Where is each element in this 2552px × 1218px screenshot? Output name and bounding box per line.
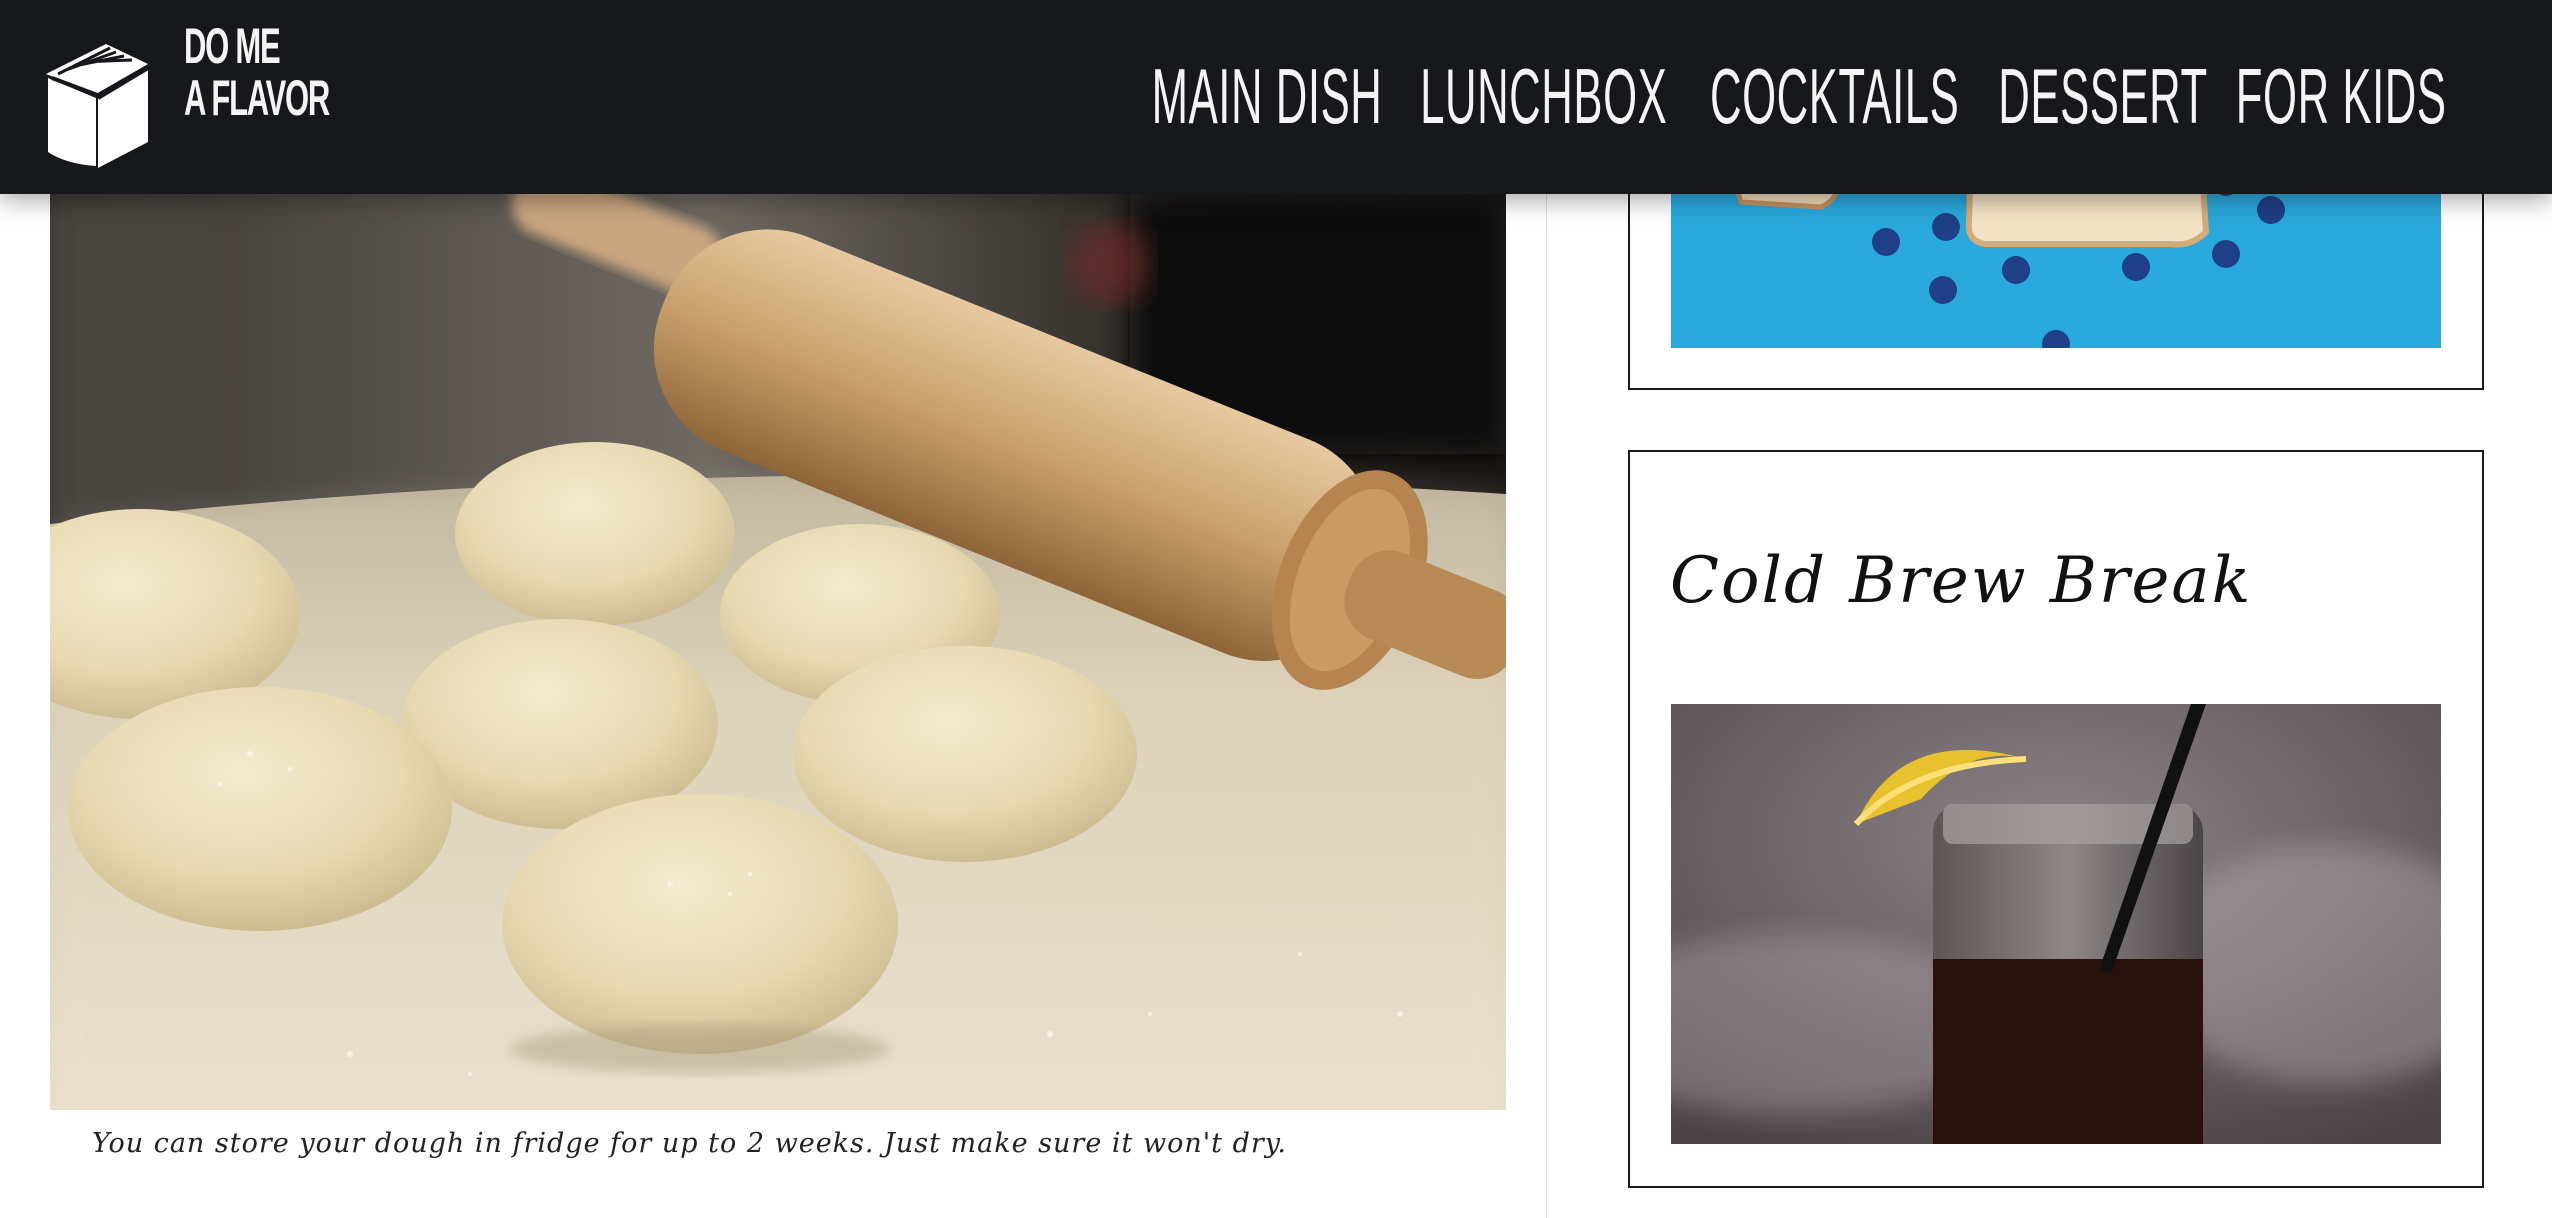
card-title[interactable]: Cold Brew Break: [1670, 544, 2252, 618]
nav-main-dish[interactable]: MAIN DISH: [1152, 46, 1383, 146]
site-header: DO ME A FLAVOR MAIN DISH LUNCHBOX COCKTA…: [0, 0, 2552, 194]
logo-text: DO ME A FLAVOR: [184, 18, 330, 126]
photo-caption: You can store your dough in fridge for u…: [92, 1128, 1288, 1159]
recipe-card-cold-brew[interactable]: Cold Brew Break: [1628, 450, 2484, 1188]
logo-line-2: A FLAVOR: [184, 70, 330, 126]
nav-lunchbox[interactable]: LUNCHBOX: [1420, 46, 1667, 146]
logo-line-1: DO ME: [184, 18, 281, 74]
site-logo[interactable]: DO ME A FLAVOR: [36, 14, 330, 174]
nav-cocktails[interactable]: COCKTAILS: [1710, 46, 1959, 146]
main-nav: MAIN DISH LUNCHBOX COCKTAILS DESSERT FOR…: [1136, 46, 2456, 146]
dough-photo: [50, 194, 1506, 1110]
book-icon: [46, 44, 150, 168]
nav-dessert[interactable]: DESSERT: [1998, 46, 2207, 146]
nav-for-kids[interactable]: FOR KIDS: [2236, 46, 2447, 146]
cold-brew-photo: [1671, 704, 2441, 1144]
